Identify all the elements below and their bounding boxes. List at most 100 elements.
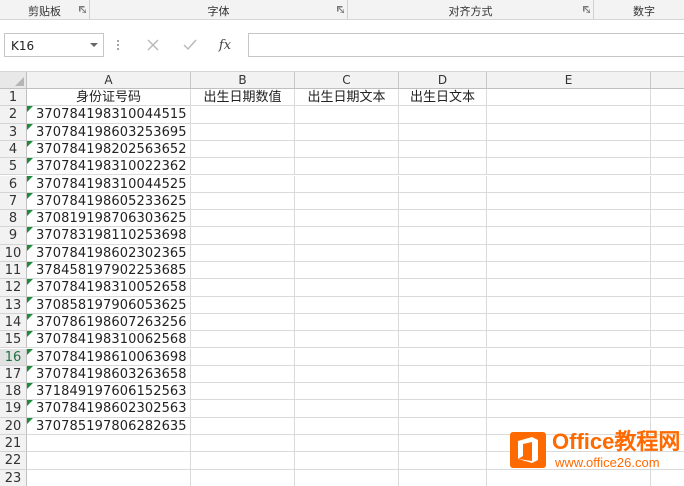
cell-e4[interactable] [487, 140, 651, 159]
cell-c12[interactable] [295, 279, 399, 297]
cell-a13[interactable]: 370858197906053625 [27, 296, 191, 314]
column-header-a[interactable]: A [27, 72, 191, 89]
cell-d18[interactable] [399, 383, 487, 401]
cell-d10[interactable] [399, 244, 487, 262]
cell-b18[interactable] [191, 383, 295, 401]
row-header-15[interactable]: 15 [0, 331, 27, 349]
cell-d2[interactable] [399, 106, 487, 124]
cell-a11[interactable]: 378458197902253685 [27, 262, 191, 280]
row-header-16[interactable]: 16 [0, 348, 27, 366]
cell-d12[interactable] [399, 279, 487, 297]
row-header-14[interactable]: 14 [0, 313, 27, 332]
cell-d13[interactable] [399, 296, 487, 314]
cell-a4[interactable]: 370784198202563652 [27, 140, 191, 159]
cell-d4[interactable] [399, 140, 487, 159]
cell-e5[interactable] [487, 158, 651, 176]
cell-e17[interactable] [487, 365, 651, 384]
cell-c1[interactable]: 出生日期文本 [295, 89, 399, 107]
cell-e3[interactable] [487, 123, 651, 141]
cell-a7[interactable]: 370784198605233625 [27, 192, 191, 211]
cell-a20[interactable]: 370785197806282635 [27, 417, 191, 435]
cell-f8[interactable] [651, 210, 684, 228]
name-box[interactable]: K16 [4, 33, 104, 57]
column-header-e[interactable]: E [487, 72, 651, 89]
cell-d11[interactable] [399, 262, 487, 280]
cell-b11[interactable] [191, 262, 295, 280]
cell-f15[interactable] [651, 331, 684, 349]
row-header-3[interactable]: 3 [0, 123, 27, 141]
row-header-1[interactable]: 1 [0, 89, 27, 107]
row-header-20[interactable]: 20 [0, 417, 27, 435]
cell-f11[interactable] [651, 262, 684, 280]
cell-a17[interactable]: 370784198603263658 [27, 365, 191, 384]
cell-e19[interactable] [487, 400, 651, 418]
row-header-2[interactable]: 2 [0, 106, 27, 124]
cell-a23[interactable] [27, 469, 191, 486]
cell-a6[interactable]: 370784198310044525 [27, 175, 191, 193]
cell-a9[interactable]: 370783198110253698 [27, 227, 191, 245]
cell-e8[interactable] [487, 210, 651, 228]
cell-a5[interactable]: 370784198310022362 [27, 158, 191, 176]
cell-b17[interactable] [191, 365, 295, 384]
row-header-12[interactable]: 12 [0, 279, 27, 297]
cell-f14[interactable] [651, 314, 684, 332]
row-header-11[interactable]: 11 [0, 262, 27, 280]
cell-e11[interactable] [487, 262, 651, 280]
cell-b2[interactable] [191, 106, 295, 124]
cell-f5[interactable] [651, 158, 684, 176]
dialog-launcher-icon[interactable] [337, 6, 344, 13]
cell-c8[interactable] [295, 210, 399, 228]
cell-b4[interactable] [191, 140, 295, 159]
insert-function-button[interactable]: fx [214, 34, 236, 56]
cell-c23[interactable] [295, 469, 399, 486]
cell-c10[interactable] [295, 244, 399, 262]
close-icon[interactable] [142, 34, 164, 56]
cell-c13[interactable] [295, 296, 399, 314]
cell-a22[interactable] [27, 452, 191, 470]
check-icon[interactable] [179, 34, 201, 56]
cell-c22[interactable] [295, 452, 399, 470]
cell-e16[interactable] [487, 348, 651, 366]
row-header-4[interactable]: 4 [0, 140, 27, 159]
row-header-13[interactable]: 13 [0, 296, 27, 314]
cell-c5[interactable] [295, 158, 399, 176]
cell-f17[interactable] [651, 366, 684, 384]
cell-e2[interactable] [487, 106, 651, 124]
cell-b23[interactable] [191, 469, 295, 486]
cell-b6[interactable] [191, 175, 295, 193]
select-all-button[interactable] [0, 72, 27, 89]
cell-e7[interactable] [487, 192, 651, 211]
cell-c14[interactable] [295, 313, 399, 332]
cell-d5[interactable] [399, 158, 487, 176]
cell-a14[interactable]: 370786198607263256 [27, 313, 191, 332]
cell-a2[interactable]: 370784198310044515 [27, 106, 191, 124]
row-header-18[interactable]: 18 [0, 383, 27, 401]
cell-b7[interactable] [191, 192, 295, 211]
cell-d9[interactable] [399, 227, 487, 245]
cell-d20[interactable] [399, 417, 487, 435]
cell-b14[interactable] [191, 313, 295, 332]
cell-c11[interactable] [295, 262, 399, 280]
cell-d15[interactable] [399, 331, 487, 349]
formula-input[interactable] [248, 33, 684, 57]
cell-f7[interactable] [651, 193, 684, 211]
cell-f2[interactable] [651, 106, 684, 124]
cell-e14[interactable] [487, 313, 651, 332]
cell-d1[interactable]: 出生日文本 [399, 89, 487, 107]
row-header-9[interactable]: 9 [0, 227, 27, 245]
cell-a8[interactable]: 370819198706303625 [27, 210, 191, 228]
cell-b13[interactable] [191, 296, 295, 314]
cell-b16[interactable] [191, 348, 295, 366]
cell-d16[interactable] [399, 348, 487, 366]
cell-e1[interactable] [487, 89, 651, 107]
cell-e13[interactable] [487, 296, 651, 314]
cell-e18[interactable] [487, 383, 651, 401]
cell-c9[interactable] [295, 227, 399, 245]
cell-f19[interactable] [651, 400, 684, 418]
cell-e10[interactable] [487, 244, 651, 262]
cell-b19[interactable] [191, 400, 295, 418]
cell-d19[interactable] [399, 400, 487, 418]
column-header-c[interactable]: C [295, 72, 399, 89]
cell-f1[interactable] [651, 89, 684, 107]
cell-d14[interactable] [399, 313, 487, 332]
